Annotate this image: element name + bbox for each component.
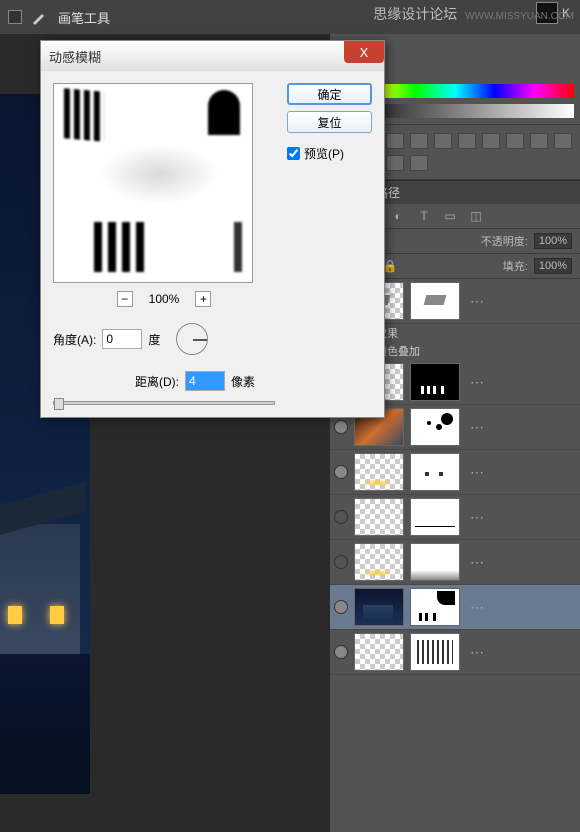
layer-mask[interactable]: [410, 453, 460, 491]
shape-icon[interactable]: ▭: [442, 208, 458, 224]
angle-unit: 度: [148, 331, 160, 348]
zoom-out-button[interactable]: −: [117, 291, 133, 307]
tool-label: 画笔工具: [58, 8, 110, 27]
dialog-title: 动感模糊: [49, 47, 101, 66]
panel-icon[interactable]: [554, 133, 572, 149]
layer-more-icon[interactable]: ⋯: [470, 419, 484, 436]
panel-icon[interactable]: [434, 133, 452, 149]
layer-thumb[interactable]: [354, 453, 404, 491]
watermark: 思缘设计论坛 WWW.MISSYUAN.COM: [373, 4, 574, 24]
visibility-toggle[interactable]: [334, 555, 348, 569]
type-icon[interactable]: T: [416, 208, 432, 224]
opacity-label: 不透明度:: [481, 233, 528, 249]
distance-label: 距离(D):: [135, 373, 179, 390]
tool-checkbox[interactable]: [8, 10, 22, 24]
layer-thumb[interactable]: [354, 543, 404, 581]
layer-thumb[interactable]: [354, 588, 404, 626]
angle-input[interactable]: [102, 329, 142, 349]
layer-more-icon[interactable]: ⋯: [470, 293, 484, 310]
preview-canvas[interactable]: [53, 83, 253, 283]
close-button[interactable]: X: [344, 41, 384, 63]
layer-row[interactable]: ⋯: [330, 495, 580, 540]
layer-row-selected[interactable]: ⋯: [330, 585, 580, 630]
ok-button[interactable]: 确定: [287, 83, 372, 105]
panel-icon[interactable]: [386, 133, 404, 149]
panel-icon[interactable]: [410, 133, 428, 149]
layer-mask[interactable]: [410, 498, 460, 536]
layer-row[interactable]: ⋯: [330, 630, 580, 675]
preview-label: 预览(P): [304, 145, 344, 162]
panel-icon[interactable]: [410, 155, 428, 171]
preview-checkbox-row[interactable]: 预览(P): [287, 145, 372, 162]
layer-mask[interactable]: [410, 363, 460, 401]
panel-icon[interactable]: [506, 133, 524, 149]
layer-row[interactable]: ⋯: [330, 540, 580, 585]
layer-mask[interactable]: [410, 408, 460, 446]
angle-dial[interactable]: [176, 323, 208, 355]
brush-icon: [30, 7, 50, 27]
zoom-in-button[interactable]: +: [195, 291, 211, 307]
panel-icon[interactable]: [482, 133, 500, 149]
layer-more-icon[interactable]: ⋯: [470, 554, 484, 571]
layer-thumb[interactable]: [354, 633, 404, 671]
fill-value[interactable]: 100%: [534, 258, 572, 274]
panel-icon[interactable]: [386, 155, 404, 171]
layer-mask[interactable]: [410, 282, 460, 320]
visibility-toggle[interactable]: [334, 420, 348, 434]
smart-icon[interactable]: ◫: [468, 208, 484, 224]
zoom-level: 100%: [149, 292, 180, 306]
angle-label: 角度(A):: [53, 331, 96, 348]
distance-input[interactable]: [185, 371, 225, 391]
layer-more-icon[interactable]: ⋯: [470, 509, 484, 526]
adjust-icon[interactable]: ◐: [390, 208, 406, 224]
distance-unit: 像素: [231, 373, 255, 390]
visibility-toggle[interactable]: [334, 510, 348, 524]
opacity-value[interactable]: 100%: [534, 233, 572, 249]
layer-more-icon[interactable]: ⋯: [470, 464, 484, 481]
dialog-titlebar[interactable]: 动感模糊 X: [41, 41, 384, 71]
visibility-toggle[interactable]: [334, 465, 348, 479]
layer-more-icon[interactable]: ⋯: [470, 374, 484, 391]
reset-button[interactable]: 复位: [287, 111, 372, 133]
fill-label: 填充:: [503, 258, 528, 274]
layer-mask[interactable]: [410, 543, 460, 581]
distance-slider[interactable]: [53, 401, 275, 405]
preview-checkbox[interactable]: [287, 147, 300, 160]
slider-thumb[interactable]: [54, 398, 64, 410]
layer-row[interactable]: ⋯: [330, 450, 580, 495]
layer-thumb[interactable]: [354, 498, 404, 536]
panel-icon[interactable]: [458, 133, 476, 149]
panel-icon[interactable]: [530, 133, 548, 149]
layer-mask-selected[interactable]: [410, 588, 460, 626]
layer-more-icon[interactable]: ⋯: [470, 599, 484, 616]
layer-more-icon[interactable]: ⋯: [470, 644, 484, 661]
motion-blur-dialog: 动感模糊 X − 100% + 角度(A): 度: [40, 40, 385, 418]
layer-mask[interactable]: [410, 633, 460, 671]
visibility-toggle[interactable]: [334, 645, 348, 659]
visibility-toggle[interactable]: [334, 600, 348, 614]
